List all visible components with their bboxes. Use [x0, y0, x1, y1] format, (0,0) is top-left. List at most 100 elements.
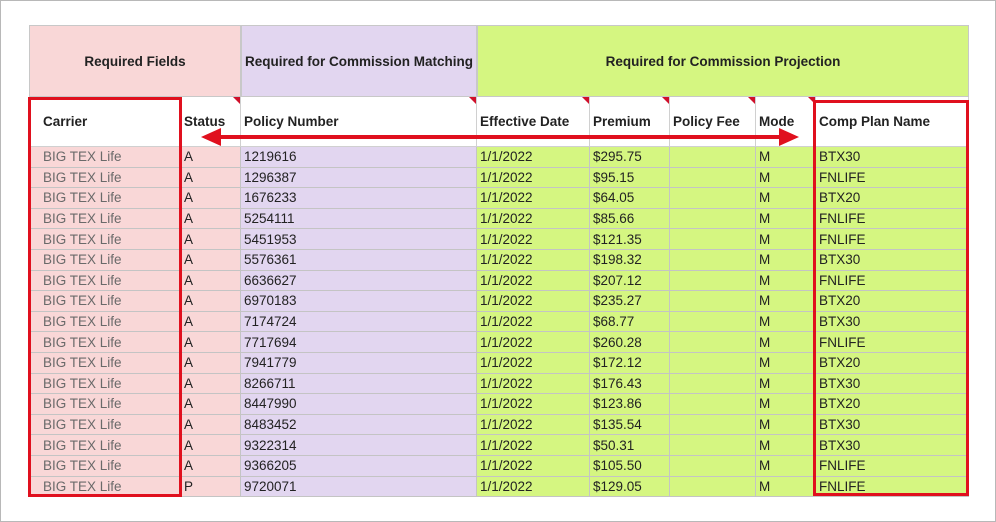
table-row[interactable]: BIG TEX Life A 9322314 1/1/2022 $50.31 M BTX30: [29, 435, 969, 456]
cell-policy-number[interactable]: 8266711: [241, 373, 477, 395]
cell-mode[interactable]: M: [756, 352, 816, 374]
cell-policy-fee[interactable]: [670, 352, 756, 374]
cell-status[interactable]: A: [181, 249, 241, 271]
cell-effective-date[interactable]: 1/1/2022: [477, 414, 590, 436]
cell-carrier[interactable]: BIG TEX Life: [29, 476, 181, 498]
table-row[interactable]: BIG TEX Life A 7174724 1/1/2022 $68.77 M BTX30: [29, 311, 969, 333]
cell-policy-number[interactable]: 8447990: [241, 394, 477, 415]
cell-effective-date[interactable]: 1/1/2022: [477, 167, 590, 189]
cell-carrier[interactable]: BIG TEX Life: [29, 291, 181, 312]
cell-premium[interactable]: $172.12: [590, 352, 670, 374]
cell-status[interactable]: A: [181, 373, 241, 395]
cell-premium[interactable]: $123.86: [590, 394, 670, 415]
table-row[interactable]: BIG TEX Life P 9720071 1/1/2022 $129.05 M FNLI…: [29, 476, 969, 498]
cell-effective-date[interactable]: 1/1/2022: [477, 352, 590, 374]
cell-carrier[interactable]: BIG TEX Life: [29, 188, 181, 209]
cell-carrier[interactable]: BIG TEX Life: [29, 229, 181, 250]
cell-premium[interactable]: $129.05: [590, 476, 670, 498]
cell-status[interactable]: A: [181, 352, 241, 374]
cell-status[interactable]: A: [181, 435, 241, 456]
table-row[interactable]: BIG TEX Life A 7941779 1/1/2022 $172.12 M BTX2…: [29, 352, 969, 374]
table-row[interactable]: BIG TEX Life A 8483452 1/1/2022 $135.54 M BTX3…: [29, 414, 969, 436]
cell-mode[interactable]: M: [756, 394, 816, 415]
cell-policy-number[interactable]: 8483452: [241, 414, 477, 436]
column-header-effective-date[interactable]: Effective Date: [477, 97, 590, 147]
cell-effective-date[interactable]: 1/1/2022: [477, 476, 590, 498]
cell-carrier[interactable]: BIG TEX Life: [29, 414, 181, 436]
cell-effective-date[interactable]: 1/1/2022: [477, 394, 590, 415]
cell-effective-date[interactable]: 1/1/2022: [477, 249, 590, 271]
cell-policy-number[interactable]: 1219616: [241, 147, 477, 168]
cell-policy-fee[interactable]: [670, 291, 756, 312]
cell-premium[interactable]: $105.50: [590, 455, 670, 477]
cell-policy-number[interactable]: 7717694: [241, 332, 477, 353]
column-header-policy-number[interactable]: Policy Number: [241, 97, 477, 147]
cell-comp-plan-name[interactable]: BTX30: [816, 311, 969, 333]
cell-policy-fee[interactable]: [670, 188, 756, 209]
cell-policy-number[interactable]: 6636627: [241, 270, 477, 292]
table-row[interactable]: BIG TEX Life A 9366205 1/1/2022 $105.50 M FNLI…: [29, 455, 969, 477]
cell-premium[interactable]: $121.35: [590, 229, 670, 250]
table-row[interactable]: BIG TEX Life A 1676233 1/1/2022 $64.05 M BTX20: [29, 188, 969, 209]
table-row[interactable]: BIG TEX Life A 8447990 1/1/2022 $123.86 M BTX2…: [29, 394, 969, 415]
cell-status[interactable]: A: [181, 188, 241, 209]
cell-policy-fee[interactable]: [670, 476, 756, 498]
column-header-carrier[interactable]: Carrier: [29, 97, 181, 147]
cell-policy-fee[interactable]: [670, 435, 756, 456]
cell-carrier[interactable]: BIG TEX Life: [29, 373, 181, 395]
cell-premium[interactable]: $85.66: [590, 208, 670, 230]
cell-carrier[interactable]: BIG TEX Life: [29, 147, 181, 168]
cell-carrier[interactable]: BIG TEX Life: [29, 167, 181, 189]
cell-policy-fee[interactable]: [670, 394, 756, 415]
cell-policy-fee[interactable]: [670, 208, 756, 230]
table-row[interactable]: BIG TEX Life A 5254111 1/1/2022 $85.66 M FNLIF…: [29, 208, 969, 230]
cell-mode[interactable]: M: [756, 249, 816, 271]
cell-policy-number[interactable]: 1676233: [241, 188, 477, 209]
cell-effective-date[interactable]: 1/1/2022: [477, 147, 590, 168]
cell-effective-date[interactable]: 1/1/2022: [477, 311, 590, 333]
cell-comp-plan-name[interactable]: BTX20: [816, 352, 969, 374]
cell-comp-plan-name[interactable]: FNLIFE: [816, 167, 969, 189]
cell-policy-number[interactable]: 6970183: [241, 291, 477, 312]
cell-status[interactable]: A: [181, 229, 241, 250]
cell-effective-date[interactable]: 1/1/2022: [477, 332, 590, 353]
cell-mode[interactable]: M: [756, 270, 816, 292]
cell-mode[interactable]: M: [756, 208, 816, 230]
cell-mode[interactable]: M: [756, 188, 816, 209]
table-row[interactable]: BIG TEX Life A 6636627 1/1/2022 $207.12 M FNLI…: [29, 270, 969, 292]
cell-comp-plan-name[interactable]: FNLIFE: [816, 229, 969, 250]
cell-carrier[interactable]: BIG TEX Life: [29, 311, 181, 333]
cell-status[interactable]: A: [181, 167, 241, 189]
cell-policy-number[interactable]: 1296387: [241, 167, 477, 189]
cell-comp-plan-name[interactable]: BTX30: [816, 373, 969, 395]
cell-status[interactable]: A: [181, 311, 241, 333]
cell-mode[interactable]: M: [756, 291, 816, 312]
cell-status[interactable]: A: [181, 291, 241, 312]
cell-policy-number[interactable]: 7941779: [241, 352, 477, 374]
cell-premium[interactable]: $176.43: [590, 373, 670, 395]
cell-policy-fee[interactable]: [670, 229, 756, 250]
table-row[interactable]: BIG TEX Life A 5451953 1/1/2022 $121.35 M FNLI…: [29, 229, 969, 250]
cell-comp-plan-name[interactable]: FNLIFE: [816, 332, 969, 353]
cell-comp-plan-name[interactable]: BTX30: [816, 249, 969, 271]
cell-premium[interactable]: $198.32: [590, 249, 670, 271]
cell-premium[interactable]: $50.31: [590, 435, 670, 456]
column-header-comp-plan-name[interactable]: Comp Plan Name: [816, 97, 969, 147]
cell-status[interactable]: A: [181, 208, 241, 230]
cell-mode[interactable]: M: [756, 147, 816, 168]
cell-policy-fee[interactable]: [670, 270, 756, 292]
cell-policy-fee[interactable]: [670, 414, 756, 436]
cell-policy-fee[interactable]: [670, 455, 756, 477]
cell-premium[interactable]: $260.28: [590, 332, 670, 353]
cell-comp-plan-name[interactable]: FNLIFE: [816, 270, 969, 292]
cell-effective-date[interactable]: 1/1/2022: [477, 455, 590, 477]
cell-status[interactable]: A: [181, 455, 241, 477]
cell-policy-fee[interactable]: [670, 311, 756, 333]
cell-carrier[interactable]: BIG TEX Life: [29, 455, 181, 477]
cell-effective-date[interactable]: 1/1/2022: [477, 208, 590, 230]
cell-premium[interactable]: $295.75: [590, 147, 670, 168]
cell-premium[interactable]: $235.27: [590, 291, 670, 312]
table-row[interactable]: BIG TEX Life A 7717694 1/1/2022 $260.28 M FNLI…: [29, 332, 969, 353]
cell-effective-date[interactable]: 1/1/2022: [477, 291, 590, 312]
cell-carrier[interactable]: BIG TEX Life: [29, 435, 181, 456]
